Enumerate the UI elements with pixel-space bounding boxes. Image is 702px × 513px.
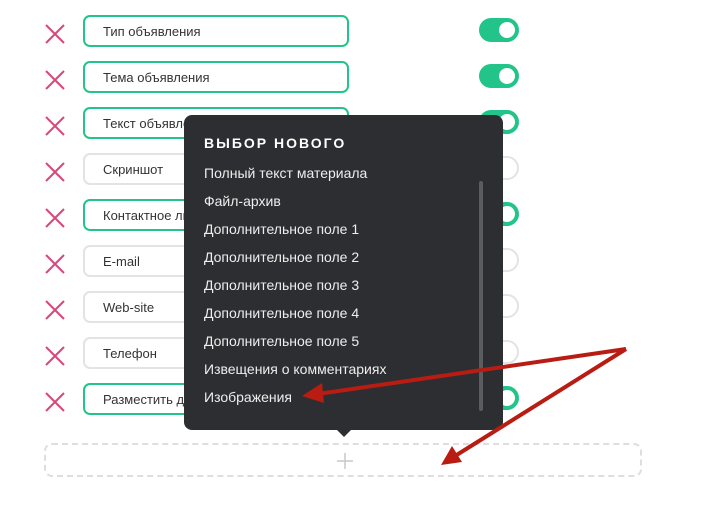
field-label: E-mail [103, 253, 140, 269]
dropdown-item-images[interactable]: Изображения [184, 383, 474, 411]
close-icon [45, 392, 65, 412]
field-label: Скриншот [103, 161, 164, 177]
field-toggle[interactable] [479, 64, 519, 88]
dropdown-item-extra-5[interactable]: Дополнительное поле 5 [184, 327, 474, 355]
toggle-knob [499, 22, 515, 38]
field-label: Разместить до [103, 391, 192, 407]
dropdown-item-extra-1[interactable]: Дополнительное поле 1 [184, 215, 474, 243]
field-label: Web-site [103, 299, 155, 315]
field-label: Тема объявления [103, 69, 210, 85]
delete-field-button[interactable] [42, 113, 68, 139]
delete-field-button[interactable] [42, 21, 68, 47]
close-icon [45, 116, 65, 136]
delete-field-button[interactable] [42, 389, 68, 415]
field-label: Телефон [103, 345, 157, 361]
close-icon [45, 346, 65, 366]
delete-field-button[interactable] [42, 67, 68, 93]
field-toggle[interactable] [479, 18, 519, 42]
new-field-dropdown: ВЫБОР НОВОГО Полный текст материала Файл… [184, 115, 503, 437]
dropdown-item-comment-notify[interactable]: Извещения о комментариях [184, 355, 474, 383]
field-label: Тип объявления [103, 23, 201, 39]
close-icon [45, 208, 65, 228]
delete-field-button[interactable] [42, 297, 68, 323]
dropdown-item-archive[interactable]: Файл-архив [184, 187, 474, 215]
delete-field-button[interactable] [42, 205, 68, 231]
close-icon [45, 300, 65, 320]
field-label-box[interactable]: Тема объявления [83, 61, 349, 93]
delete-field-button[interactable] [42, 251, 68, 277]
field-row-subject: Тема объявления [0, 60, 702, 106]
delete-field-button[interactable] [42, 159, 68, 185]
add-field-button[interactable] [44, 443, 642, 477]
dropdown-title: ВЫБОР НОВОГО [204, 135, 347, 151]
field-label-box[interactable]: Тип объявления [83, 15, 349, 47]
plus-icon [337, 453, 353, 469]
dropdown-item-extra-2[interactable]: Дополнительное поле 2 [184, 243, 474, 271]
close-icon [45, 70, 65, 90]
dropdown-list: Полный текст материала Файл-архив Дополн… [184, 159, 474, 411]
close-icon [45, 162, 65, 182]
dropdown-item-extra-4[interactable]: Дополнительное поле 4 [184, 299, 474, 327]
dropdown-item-extra-3[interactable]: Дополнительное поле 3 [184, 271, 474, 299]
close-icon [45, 254, 65, 274]
dropdown-scrollbar[interactable] [479, 181, 483, 411]
close-icon [45, 24, 65, 44]
toggle-knob [499, 68, 515, 84]
dropdown-item-full-text[interactable]: Полный текст материала [184, 159, 474, 187]
delete-field-button[interactable] [42, 343, 68, 369]
field-row-type: Тип объявления [0, 14, 702, 60]
